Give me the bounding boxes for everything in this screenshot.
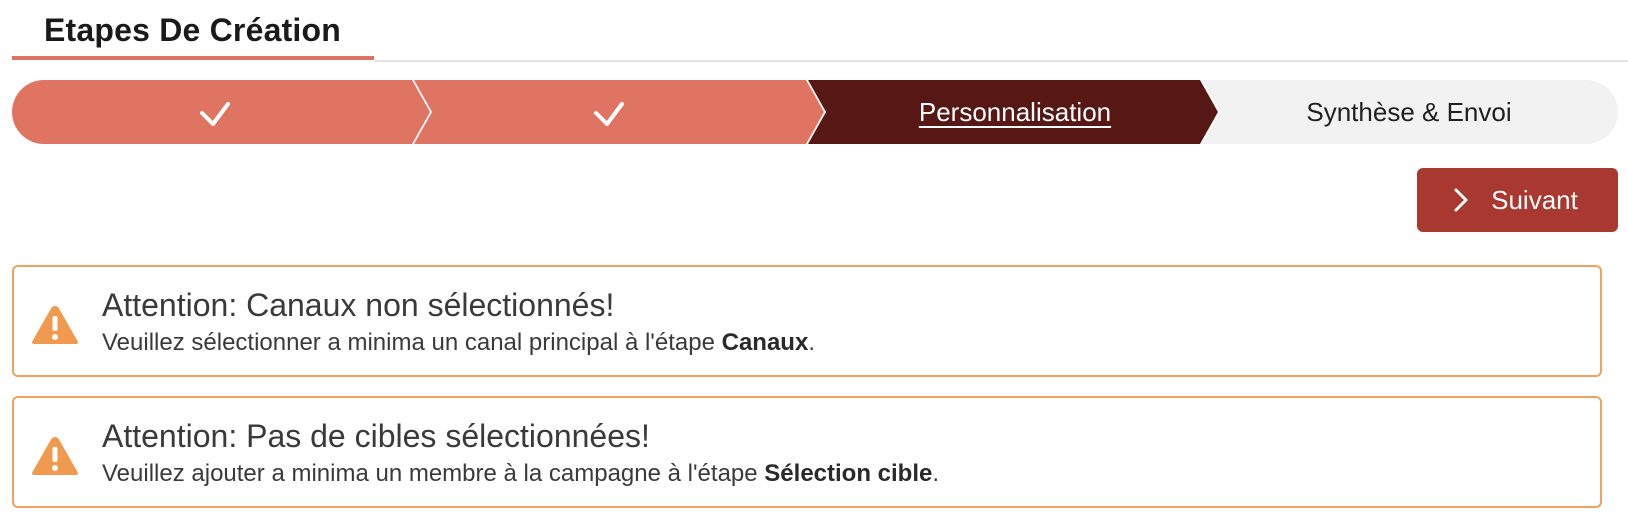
chevron-right-icon <box>1454 188 1468 212</box>
alert-message: Veuillez ajouter a minima un membre à la… <box>102 460 939 488</box>
step-label-personnalisation[interactable]: Personnalisation <box>830 80 1200 144</box>
title-underline <box>12 56 374 60</box>
alert-message-suffix: . <box>808 329 815 356</box>
alert-message-step: Canaux <box>721 329 809 356</box>
alert-message-text: Veuillez sélectionner a minima un canal … <box>102 329 722 356</box>
creation-stepper: Personnalisation Synthèse & Envoi <box>12 80 1618 144</box>
alert-message-step: Sélection cible <box>764 460 933 487</box>
alert-message-text: Veuillez ajouter a minima un membre à la… <box>102 460 765 487</box>
page-title: Etapes De Création <box>44 12 342 48</box>
step-label-synthese-envoi[interactable]: Synthèse & Envoi <box>1224 80 1594 144</box>
alert-message-suffix: . <box>932 460 940 487</box>
header-divider <box>374 60 1628 62</box>
page-header: Etapes De Création <box>12 0 1628 62</box>
alert-title: Attention: Pas de cibles sélectionnées! <box>102 418 650 454</box>
next-button[interactable]: Suivant <box>1417 168 1618 232</box>
alert-message: Veuillez sélectionner a minima un canal … <box>102 329 815 357</box>
warning-icon <box>32 306 78 344</box>
next-button-label: Suivant <box>1491 185 1578 215</box>
alert-channels-missing: Attention: Canaux non sélectionnés! Veui… <box>12 265 1602 377</box>
alert-title: Attention: Canaux non sélectionnés! <box>102 287 615 323</box>
warning-icon <box>32 437 78 475</box>
step-2-shape[interactable] <box>414 80 824 144</box>
alert-targets-missing: Attention: Pas de cibles sélectionnées! … <box>12 396 1602 508</box>
